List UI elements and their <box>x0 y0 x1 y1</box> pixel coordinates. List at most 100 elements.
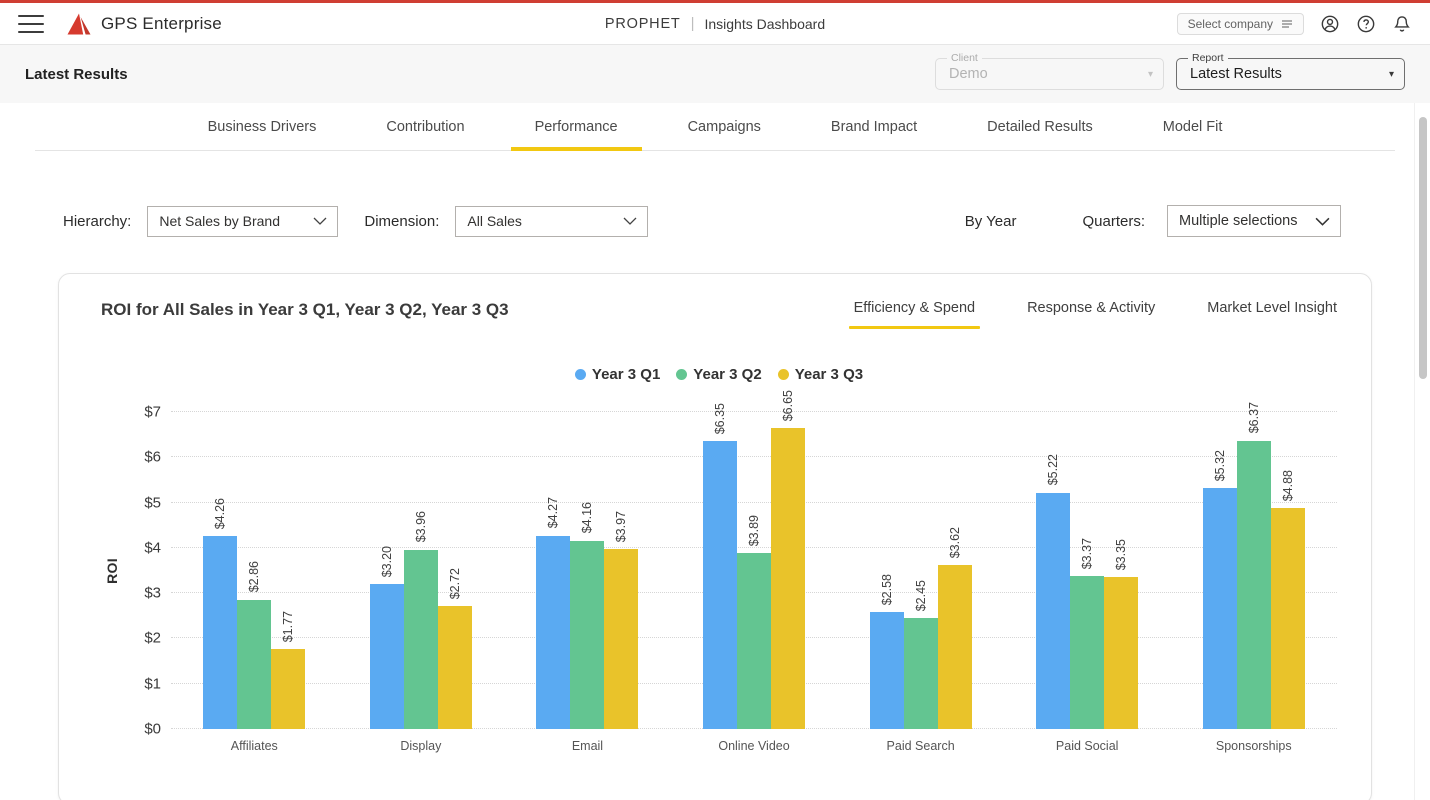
client-caret-icon: ▾ <box>1148 69 1153 80</box>
bar[interactable]: $5.32 <box>1203 488 1237 729</box>
tab-business-drivers[interactable]: Business Drivers <box>202 103 323 150</box>
y-tick-label: $4 <box>144 539 161 556</box>
bar[interactable]: $3.89 <box>737 553 771 729</box>
subtab-market-level-insight[interactable]: Market Level Insight <box>1207 300 1337 322</box>
chevron-down-icon <box>1315 217 1330 226</box>
legend-label: Year 3 Q1 <box>592 366 660 383</box>
bar-group: $2.58$2.45$3.62Paid Search <box>837 412 1004 729</box>
bar-value-label: $3.62 <box>948 527 962 558</box>
bar-value-label: $1.77 <box>281 611 295 642</box>
page-name: Insights Dashboard <box>704 16 825 32</box>
bar[interactable]: $4.16 <box>570 541 604 729</box>
bar[interactable]: $5.22 <box>1036 493 1070 729</box>
bar[interactable]: $2.86 <box>237 600 271 730</box>
legend-label: Year 3 Q2 <box>693 366 761 383</box>
bar-value-label: $6.65 <box>781 390 795 421</box>
quarters-select[interactable]: Multiple selections <box>1167 205 1341 237</box>
by-year-label: By Year <box>965 213 1017 230</box>
bar-group: $5.32$6.37$4.88Sponsorships <box>1170 412 1337 729</box>
x-category-label: Paid Social <box>1004 739 1171 753</box>
bar[interactable]: $1.77 <box>271 649 305 729</box>
tab-detailed-results[interactable]: Detailed Results <box>981 103 1099 150</box>
bar[interactable]: $2.45 <box>904 618 938 729</box>
hierarchy-select[interactable]: Net Sales by Brand <box>147 206 338 237</box>
legend-item[interactable]: Year 3 Q2 <box>676 364 761 384</box>
bar-group: $6.35$3.89$6.65Online Video <box>671 412 838 729</box>
legend-dot-icon <box>778 369 789 380</box>
bar-value-label: $3.35 <box>1114 539 1128 570</box>
help-icon[interactable] <box>1356 14 1376 34</box>
subtab-response-activity[interactable]: Response & Activity <box>1027 300 1155 322</box>
title-divider: | <box>691 15 695 32</box>
y-tick-label: $3 <box>144 585 161 602</box>
client-select: Client Demo ▾ <box>935 58 1164 90</box>
notifications-bell-icon[interactable] <box>1392 14 1412 34</box>
bar-value-label: $5.32 <box>1213 450 1227 481</box>
hamburger-menu-icon[interactable] <box>18 14 44 34</box>
client-select-label: Client <box>947 52 982 64</box>
client-select-value: Demo <box>949 66 988 82</box>
y-tick-label: $5 <box>144 494 161 511</box>
y-tick-label: $2 <box>144 630 161 647</box>
tab-contribution[interactable]: Contribution <box>380 103 470 150</box>
y-tick-label: $6 <box>144 449 161 466</box>
x-category-label: Display <box>338 739 505 753</box>
bar[interactable]: $2.72 <box>438 606 472 729</box>
x-category-label: Email <box>504 739 671 753</box>
bar-value-label: $3.37 <box>1080 538 1094 569</box>
brand-name: GPS Enterprise <box>101 14 222 34</box>
report-caret-icon: ▾ <box>1389 69 1394 80</box>
bar[interactable]: $3.62 <box>938 565 972 729</box>
bar[interactable]: $6.65 <box>771 428 805 729</box>
bar[interactable]: $2.58 <box>870 612 904 729</box>
legend-item[interactable]: Year 3 Q3 <box>778 364 863 384</box>
tab-campaigns[interactable]: Campaigns <box>682 103 767 150</box>
subtab-efficiency-spend[interactable]: Efficiency & Spend <box>854 300 975 322</box>
y-axis-ticks: $0$1$2$3$4$5$6$7 <box>125 412 171 729</box>
filter-bar: Hierarchy: Net Sales by Brand Dimension:… <box>0 151 1430 255</box>
chart-subtabs: Efficiency & Spend Response & Activity M… <box>854 300 1339 322</box>
bar-value-label: $4.88 <box>1281 470 1295 501</box>
x-category-label: Affiliates <box>171 739 338 753</box>
plot-area: $4.26$2.86$1.77Affiliates$3.20$3.96$2.72… <box>171 412 1337 729</box>
tab-performance[interactable]: Performance <box>529 103 624 150</box>
report-select-value: Latest Results <box>1190 66 1282 82</box>
bar[interactable]: $6.37 <box>1237 441 1271 730</box>
bar[interactable]: $4.88 <box>1271 508 1305 729</box>
main-tabs: Business Drivers Contribution Performanc… <box>0 103 1430 151</box>
tab-brand-impact[interactable]: Brand Impact <box>825 103 923 150</box>
y-axis-title: ROI <box>99 412 125 729</box>
account-icon[interactable] <box>1320 14 1340 34</box>
x-category-label: Sponsorships <box>1170 739 1337 753</box>
bar-value-label: $3.97 <box>614 511 628 542</box>
select-company-button[interactable]: Select company <box>1177 13 1304 35</box>
bar[interactable]: $4.26 <box>203 536 237 729</box>
bar[interactable]: $3.35 <box>1104 577 1138 729</box>
company-filter-icon <box>1281 19 1293 29</box>
bar[interactable]: $4.27 <box>536 536 570 729</box>
quarters-value: Multiple selections <box>1179 213 1297 229</box>
bar[interactable]: $3.37 <box>1070 576 1104 729</box>
bar[interactable]: $3.97 <box>604 549 638 729</box>
bar-group: $3.20$3.96$2.72Display <box>338 412 505 729</box>
dimension-select[interactable]: All Sales <box>455 206 648 237</box>
bar-value-label: $3.96 <box>414 511 428 542</box>
app-title: PROPHET | Insights Dashboard <box>605 15 825 32</box>
bar-value-label: $2.58 <box>880 574 894 605</box>
bar[interactable]: $6.35 <box>703 441 737 729</box>
app-header: GPS Enterprise PROPHET | Insights Dashbo… <box>0 3 1430 45</box>
legend-item[interactable]: Year 3 Q1 <box>575 364 660 384</box>
brand-logo-triangle-icon <box>66 12 92 36</box>
bar-group: $5.22$3.37$3.35Paid Social <box>1004 412 1171 729</box>
bar[interactable]: $3.96 <box>404 550 438 729</box>
report-select[interactable]: Report Latest Results ▾ <box>1176 58 1405 90</box>
tab-model-fit[interactable]: Model Fit <box>1157 103 1229 150</box>
x-category-label: Paid Search <box>837 739 1004 753</box>
bar-value-label: $2.72 <box>448 568 462 599</box>
bar[interactable]: $3.20 <box>370 584 404 729</box>
scrollbar-thumb[interactable] <box>1419 117 1427 379</box>
y-tick-label: $1 <box>144 675 161 692</box>
bar-value-label: $3.20 <box>380 546 394 577</box>
dimension-value: All Sales <box>467 213 521 229</box>
bar-chart: ROI $0$1$2$3$4$5$6$7 $4.26$2.86$1.77Affi… <box>99 412 1339 729</box>
